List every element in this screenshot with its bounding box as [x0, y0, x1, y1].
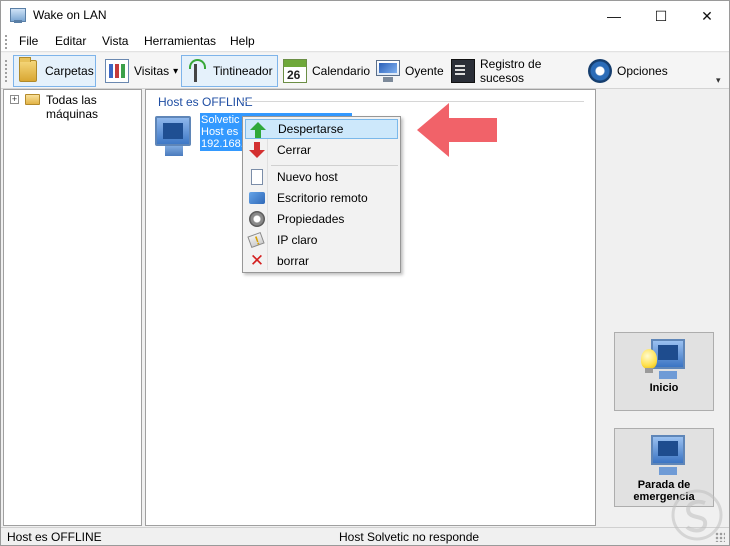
antenna-icon [184, 59, 208, 83]
calendario-button[interactable]: 26 Calendario [281, 55, 371, 87]
group-header: Host es OFFLINE [158, 95, 253, 109]
minimize-button[interactable]: — [591, 1, 637, 31]
status-center-text: Host Solvetic no responde [339, 530, 480, 544]
event-log-icon [451, 59, 475, 83]
oyente-button[interactable]: Oyente [374, 55, 446, 87]
opciones-label: Opciones [617, 64, 668, 78]
gear-icon [249, 211, 265, 227]
lightbulb-icon [641, 349, 657, 373]
chevron-down-icon: ▾ [173, 65, 179, 77]
menu-help[interactable]: Help [230, 34, 255, 48]
tintineador-label: Tintineador [213, 64, 273, 78]
menu-item-borrar[interactable]: ✕ borrar [245, 251, 398, 271]
title-bar: Wake on LAN — ☐ ✕ [1, 1, 729, 31]
toolbar-grip [5, 60, 8, 82]
menu-item-cerrar[interactable]: Cerrar [245, 140, 398, 160]
green-up-arrow-icon [250, 122, 266, 138]
toolbar: Carpetas Visitas ▾ Tintineador 26 Calend… [1, 53, 729, 89]
menu-item-label: Despertarse [278, 122, 344, 136]
menu-item-label: IP claro [277, 233, 318, 247]
menu-item-label: Escritorio remoto [277, 191, 368, 205]
menu-file[interactable]: File [19, 34, 38, 48]
eraser-icon [247, 231, 265, 249]
close-button[interactable]: ✕ [684, 1, 730, 31]
registro-button[interactable]: Registro de sucesos [449, 55, 583, 87]
calendar-icon-day: 26 [287, 68, 301, 82]
calendario-label: Calendario [312, 64, 371, 78]
app-window: Wake on LAN — ☐ ✕ File Editar Vista Herr… [0, 0, 730, 546]
menu-herramientas[interactable]: Herramientas [144, 34, 216, 48]
visitas-label: Visitas [134, 64, 170, 78]
gear-icon [588, 59, 612, 83]
remote-desktop-icon [249, 192, 265, 204]
menu-vista[interactable]: Vista [102, 34, 128, 48]
grid-view-icon [105, 59, 129, 83]
host-monitor-icon[interactable] [155, 116, 193, 158]
inicio-label: Inicio [649, 382, 679, 394]
maximize-button[interactable]: ☐ [638, 1, 684, 31]
status-left-text: Host es OFFLINE [7, 530, 102, 544]
app-monitor-icon [10, 8, 26, 23]
menu-item-nuevo-host[interactable]: Nuevo host [245, 167, 398, 187]
callout-arrow-icon [417, 103, 497, 157]
monitor-stand [659, 371, 677, 379]
carpetas-label: Carpetas [45, 64, 94, 78]
monitor-icon [376, 60, 400, 82]
menu-editar[interactable]: Editar [55, 34, 86, 48]
context-menu: Despertarse Cerrar Nuevo host Escritorio… [242, 116, 401, 273]
menu-item-label: borrar [277, 254, 310, 268]
menu-item-ip-claro[interactable]: IP claro [245, 230, 398, 250]
menu-item-escritorio-remoto[interactable]: Escritorio remoto [245, 188, 398, 208]
window-title: Wake on LAN [33, 8, 107, 22]
machine-tree: + Todas las máquinas [3, 89, 142, 526]
visitas-button[interactable]: Visitas ▾ [103, 55, 181, 87]
monitor-stand [659, 467, 677, 475]
folder-icon [19, 57, 37, 82]
registro-label: Registro de sucesos [480, 57, 542, 85]
oyente-label: Oyente [405, 64, 444, 78]
carpetas-button[interactable]: Carpetas [13, 55, 96, 87]
expand-icon[interactable]: + [10, 95, 19, 104]
menu-item-label: Propiedades [277, 212, 345, 226]
group-divider [242, 101, 584, 102]
menu-bar: File Editar Vista Herramientas Help [1, 31, 729, 52]
document-icon [251, 169, 263, 185]
toolbar-overflow-icon[interactable]: ▾ [716, 75, 721, 86]
monitor-icon [651, 435, 685, 465]
menu-item-propiedades[interactable]: Propiedades [245, 209, 398, 229]
menubar-grip [5, 35, 8, 49]
status-bar: Host es OFFLINE Host Solvetic no respond… [1, 527, 729, 545]
opciones-button[interactable]: Opciones [586, 55, 670, 87]
menu-item-label: Nuevo host [277, 170, 338, 184]
tintineador-button[interactable]: Tintineador [181, 55, 278, 87]
watermark-logo-icon [671, 489, 723, 541]
calendar-icon: 26 [283, 59, 307, 83]
menu-item-label: Cerrar [277, 143, 312, 157]
red-down-arrow-icon [249, 142, 265, 158]
folder-icon [25, 94, 40, 105]
inicio-button[interactable]: Inicio [614, 332, 714, 411]
menu-separator [271, 165, 398, 166]
tree-item-todas-las-maquinas[interactable]: Todas las máquinas [46, 93, 141, 121]
menu-item-despertarse[interactable]: Despertarse [245, 119, 398, 139]
red-x-icon: ✕ [249, 251, 265, 270]
